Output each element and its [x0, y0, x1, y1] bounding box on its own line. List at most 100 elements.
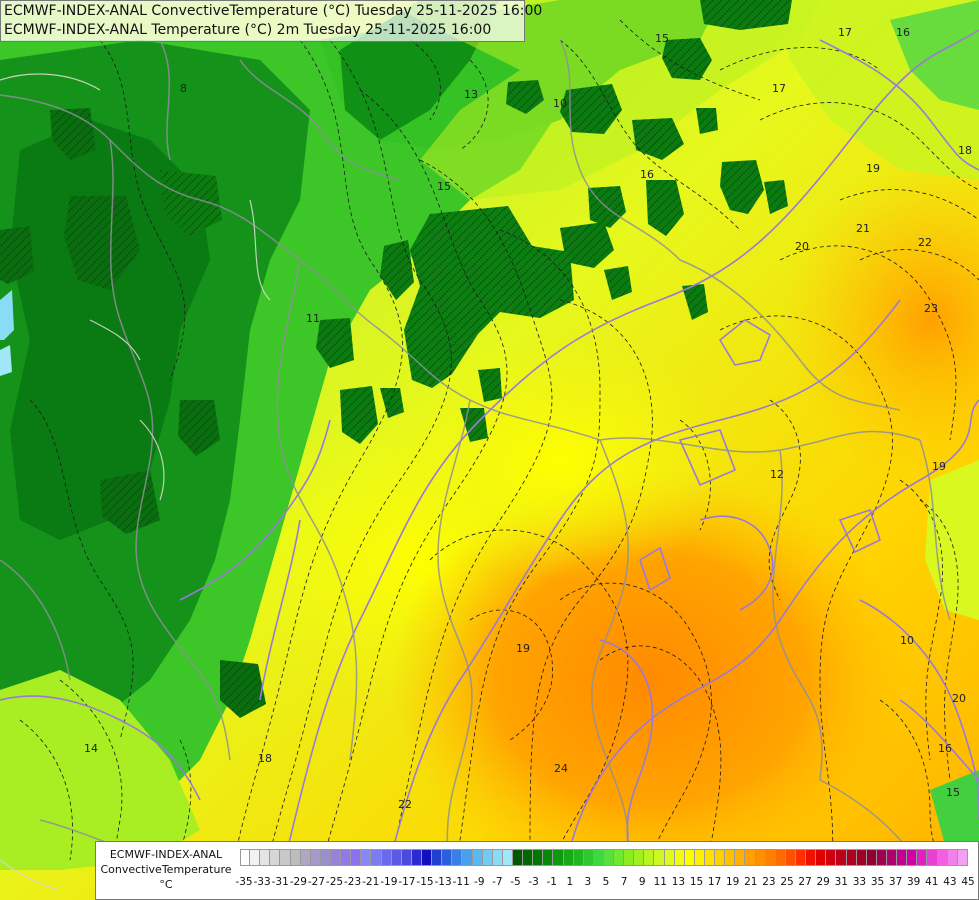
legend-model: ECMWF-INDEX-ANAL — [109, 848, 223, 861]
legend-swatch — [866, 849, 877, 866]
legend-swatch — [280, 849, 291, 866]
legend-swatch — [715, 849, 726, 866]
legend-tick-label: -29 — [289, 876, 307, 888]
legend-tick-label: -23 — [344, 876, 362, 888]
legend-swatch — [583, 849, 594, 866]
legend-swatch — [300, 849, 311, 866]
legend-swatch — [310, 849, 321, 866]
legend-tick-label: 5 — [602, 876, 610, 888]
legend-swatch — [553, 849, 564, 866]
legend-tick-label: 27 — [798, 876, 812, 888]
legend-swatch — [694, 849, 706, 866]
legend-swatch — [351, 849, 362, 866]
contour-label: 18 — [958, 144, 972, 157]
legend-swatch — [432, 849, 443, 866]
legend-swatch — [614, 849, 625, 866]
legend-swatch — [806, 849, 817, 866]
legend-tick-label: -21 — [362, 876, 380, 888]
legend-tick-label: 41 — [925, 876, 939, 888]
legend-swatch — [897, 849, 908, 866]
title-convective-temperature: ECMWF-INDEX-ANAL ConvectiveTemperature (… — [4, 3, 543, 19]
legend-swatch — [533, 849, 544, 866]
contour-label: 11 — [306, 312, 320, 325]
legend-swatch — [442, 849, 453, 866]
legend-swatch — [482, 849, 493, 866]
contour-label: 22 — [398, 798, 412, 811]
legend-swatch — [937, 849, 948, 866]
legend-swatch — [341, 849, 352, 866]
legend-swatch — [856, 849, 867, 866]
contour-label: 15 — [437, 180, 451, 193]
legend-tick-label: 33 — [852, 876, 867, 888]
legend-swatch — [624, 849, 635, 866]
legend-tick-label: 35 — [870, 876, 885, 888]
legend-swatch — [250, 849, 261, 866]
legend-swatch — [512, 849, 524, 866]
legend-swatch — [523, 849, 534, 866]
legend-swatch — [320, 849, 331, 866]
contour-label: 12 — [770, 468, 784, 481]
contour-label: 19 — [866, 162, 880, 175]
legend-tick-label: -27 — [307, 876, 325, 888]
legend-tick-label: -3 — [528, 876, 539, 888]
legend-swatch — [907, 849, 918, 866]
legend-tick-label: -31 — [271, 876, 289, 888]
legend-swatch — [735, 849, 746, 866]
legend-swatch — [401, 849, 412, 866]
legend-tick-label: -7 — [492, 876, 503, 888]
legend-tick-label: 7 — [620, 876, 628, 888]
legend-tick-label: 3 — [584, 876, 592, 888]
legend-swatch — [684, 849, 695, 866]
contour-label: 21 — [856, 222, 870, 235]
legend-swatch — [411, 849, 422, 866]
legend-swatch — [674, 849, 685, 866]
map-title-box: ECMWF-INDEX-ANAL ConvectiveTemperature (… — [0, 0, 543, 42]
contour-label: 19 — [932, 460, 946, 473]
field-cold-patch-2 — [0, 345, 12, 376]
contour-label: 15 — [946, 786, 960, 799]
legend-tick-label: -13 — [434, 876, 452, 888]
contour-label: 16 — [640, 168, 654, 181]
legend-title: ECMWF-INDEX-ANAL ConvectiveTemperature °… — [96, 847, 236, 892]
legend-swatch — [381, 849, 392, 866]
temperature-map: 15 16 17 13 10 8 15 16 17 18 19 20 21 22… — [0, 0, 979, 900]
legend-swatch — [603, 849, 615, 866]
legend-tick-label: -35 — [235, 876, 253, 888]
legend-swatch — [421, 849, 433, 866]
legend-swatch — [826, 849, 837, 866]
legend-swatch — [927, 849, 938, 866]
contour-label: 16 — [896, 26, 910, 39]
legend-unit: °C — [159, 878, 173, 891]
legend-tick-label: -15 — [416, 876, 434, 888]
legend-swatch — [664, 849, 675, 866]
contour-label: 17 — [838, 26, 852, 39]
weather-map-view: 15 16 17 13 10 8 15 16 17 18 19 20 21 22… — [0, 0, 979, 900]
legend-swatch — [391, 849, 402, 866]
legend-swatch — [492, 849, 503, 866]
legend-tick-label: 21 — [744, 876, 758, 888]
legend-swatch — [947, 849, 958, 866]
legend-tick-label: 25 — [780, 876, 794, 888]
legend-swatch — [330, 849, 342, 866]
legend-swatch — [634, 849, 645, 866]
legend-tick-label: 17 — [707, 876, 722, 888]
legend-swatch — [755, 849, 766, 866]
contour-label: 20 — [795, 240, 809, 253]
legend-tick-label: -25 — [325, 876, 344, 888]
legend-swatch — [290, 849, 301, 866]
legend-swatch — [876, 849, 887, 866]
legend-swatch — [452, 849, 463, 866]
legend-swatch — [725, 849, 736, 866]
legend-tick-label: 11 — [653, 876, 667, 888]
legend-swatch — [361, 849, 372, 866]
contour-label: 19 — [516, 642, 530, 655]
legend-swatch — [270, 849, 281, 866]
contour-label: 24 — [554, 762, 568, 775]
legend-swatch — [775, 849, 786, 866]
legend-tick-labels: -35 -33 -31 -29 -27 -25 -23 -21 -19 -17 -15 -13 -11-… — [235, 876, 976, 890]
contour-label: 10 — [900, 634, 914, 647]
legend-tick-label: 39 — [907, 876, 921, 888]
legend-swatch — [502, 849, 513, 866]
contour-label: 15 — [655, 32, 669, 45]
legend-swatch — [705, 849, 716, 866]
